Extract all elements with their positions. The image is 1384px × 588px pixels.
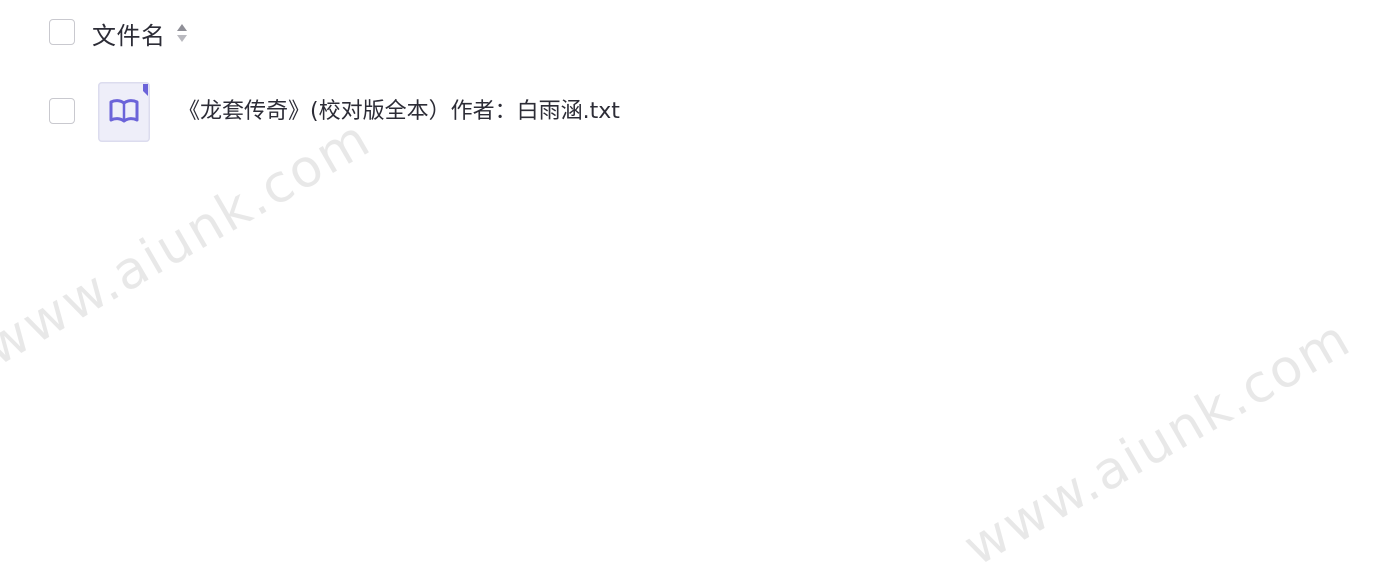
file-name[interactable]: 《龙套传奇》(校对版全本）作者：白雨涵.txt (178, 94, 620, 130)
sort-icon[interactable] (176, 22, 188, 44)
column-header-label: 文件名 (92, 21, 166, 50)
file-row-checkbox[interactable] (49, 98, 75, 124)
watermark: www.aiunk.com (954, 308, 1361, 578)
select-all-checkbox[interactable] (49, 19, 75, 45)
column-header-filename[interactable]: 文件名 (92, 16, 188, 50)
file-list-page: 文件名 《龙套传奇》(校对版全本）作者：白雨涵.txt www.aiunk.co… (0, 0, 1384, 588)
watermark: www.aiunk.com (0, 108, 381, 378)
book-file-icon (98, 82, 150, 142)
